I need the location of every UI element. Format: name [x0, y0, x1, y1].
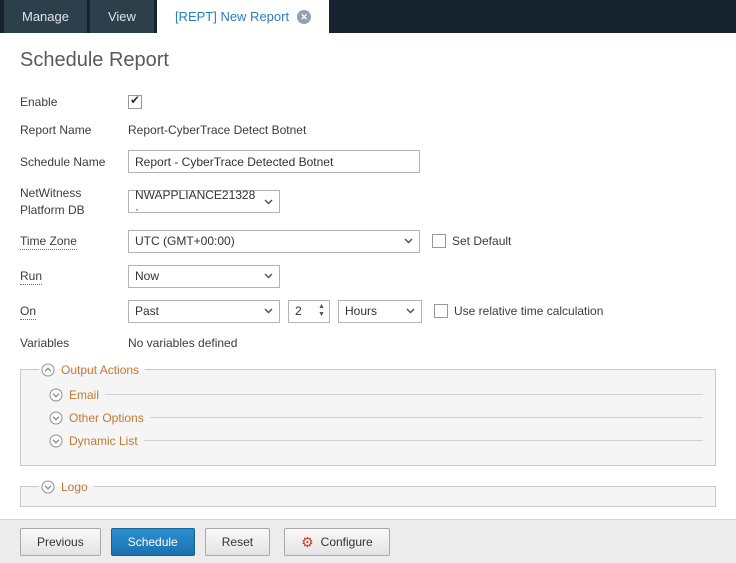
- run-row: Run Now: [20, 265, 716, 288]
- section-output-actions[interactable]: Output Actions: [39, 363, 145, 377]
- spinner-down-icon[interactable]: ▼: [318, 311, 325, 319]
- output-actions-panel: Output Actions Email: [20, 363, 716, 466]
- run-label: Run: [20, 268, 128, 284]
- on-range-value: Past: [135, 304, 159, 318]
- variables-row: Variables No variables defined: [20, 335, 716, 351]
- timezone-value: UTC (GMT+00:00): [135, 234, 235, 248]
- on-count-value: 2: [289, 301, 314, 322]
- set-default-checkbox[interactable]: [432, 234, 446, 248]
- enable-checkbox[interactable]: [128, 95, 142, 109]
- on-row: On Past 2 ▲ ▼ Hours: [20, 300, 716, 323]
- section-other-options[interactable]: Other Options: [49, 411, 703, 425]
- platform-db-label: NetWitness Platform DB: [20, 185, 128, 217]
- timezone-row: Time Zone UTC (GMT+00:00) Set Default: [20, 230, 716, 253]
- configure-button[interactable]: ⚙ Configure: [284, 528, 390, 556]
- schedule-name-label: Schedule Name: [20, 154, 128, 170]
- timezone-label: Time Zone: [20, 233, 128, 249]
- relative-time-checkbox[interactable]: [434, 304, 448, 318]
- relative-time-label: Use relative time calculation: [454, 304, 603, 318]
- variables-label: Variables: [20, 335, 128, 351]
- spinner-up-icon[interactable]: ▲: [318, 303, 325, 311]
- chevron-down-icon: [404, 238, 413, 244]
- platform-db-select[interactable]: NWAPPLIANCE21328 ·: [128, 190, 280, 213]
- footer-button-bar: Previous Schedule Reset ⚙ Configure: [0, 519, 736, 563]
- tab-new-report-label: [REPT] New Report: [175, 9, 289, 24]
- section-email[interactable]: Email: [49, 388, 703, 402]
- platform-db-row: NetWitness Platform DB NWAPPLIANCE21328 …: [20, 185, 716, 217]
- chevron-up-circle-icon[interactable]: [41, 363, 55, 377]
- section-divider: [144, 440, 703, 441]
- previous-button[interactable]: Previous: [20, 528, 101, 556]
- section-dynamic-list[interactable]: Dynamic List: [49, 434, 703, 448]
- chevron-down-circle-icon[interactable]: [49, 411, 63, 425]
- section-logo[interactable]: Logo: [39, 480, 94, 494]
- report-name-row: Report Name Report-CyberTrace Detect Bot…: [20, 122, 716, 138]
- section-other-options-label: Other Options: [69, 411, 144, 425]
- page-title: Schedule Report: [20, 49, 716, 72]
- schedule-name-row: Schedule Name: [20, 150, 716, 173]
- schedule-report-window: Manage View [REPT] New Report ✕ Schedule…: [0, 0, 736, 563]
- on-unit-select[interactable]: Hours: [338, 300, 422, 323]
- chevron-down-icon: [264, 199, 273, 205]
- chevron-down-circle-icon[interactable]: [49, 388, 63, 402]
- section-dynamic-list-label: Dynamic List: [69, 434, 138, 448]
- section-divider: [150, 417, 703, 418]
- tab-manage[interactable]: Manage: [4, 0, 87, 33]
- section-divider: [105, 394, 703, 395]
- report-name-label: Report Name: [20, 122, 128, 138]
- run-value: Now: [135, 269, 159, 283]
- section-logo-label: Logo: [61, 480, 88, 494]
- on-range-select[interactable]: Past: [128, 300, 280, 323]
- chevron-down-icon: [406, 308, 415, 314]
- timezone-select[interactable]: UTC (GMT+00:00): [128, 230, 420, 253]
- tab-manage-label: Manage: [22, 9, 69, 24]
- logo-panel: Logo: [20, 480, 716, 507]
- tab-view[interactable]: View: [90, 0, 154, 33]
- schedule-name-input[interactable]: [128, 150, 420, 173]
- gear-icon: ⚙: [301, 535, 314, 549]
- set-default-group: Set Default: [432, 234, 511, 248]
- tab-close-icon[interactable]: ✕: [297, 10, 311, 24]
- variables-value: No variables defined: [128, 336, 237, 350]
- on-label: On: [20, 303, 128, 319]
- schedule-report-form: Schedule Report Enable Report Name Repor…: [0, 33, 736, 519]
- reset-button[interactable]: Reset: [205, 528, 270, 556]
- enable-row: Enable: [20, 94, 716, 110]
- chevron-down-icon: [264, 273, 273, 279]
- enable-label: Enable: [20, 94, 128, 110]
- chevron-down-circle-icon[interactable]: [49, 434, 63, 448]
- tab-new-report[interactable]: [REPT] New Report ✕: [157, 0, 329, 33]
- on-unit-value: Hours: [345, 304, 377, 318]
- on-count-spinner[interactable]: 2 ▲ ▼: [288, 300, 330, 323]
- top-tab-bar: Manage View [REPT] New Report ✕: [0, 0, 736, 33]
- chevron-down-icon: [264, 308, 273, 314]
- platform-db-value: NWAPPLIANCE21328 ·: [135, 188, 258, 216]
- section-output-actions-label: Output Actions: [61, 363, 139, 377]
- tab-view-label: View: [108, 9, 136, 24]
- run-select[interactable]: Now: [128, 265, 280, 288]
- relative-time-group: Use relative time calculation: [434, 304, 603, 318]
- chevron-down-circle-icon[interactable]: [41, 480, 55, 494]
- set-default-label: Set Default: [452, 234, 511, 248]
- section-email-label: Email: [69, 388, 99, 402]
- spinner-arrows: ▲ ▼: [314, 301, 329, 322]
- report-name-value: Report-CyberTrace Detect Botnet: [128, 123, 306, 137]
- schedule-button[interactable]: Schedule: [111, 528, 195, 556]
